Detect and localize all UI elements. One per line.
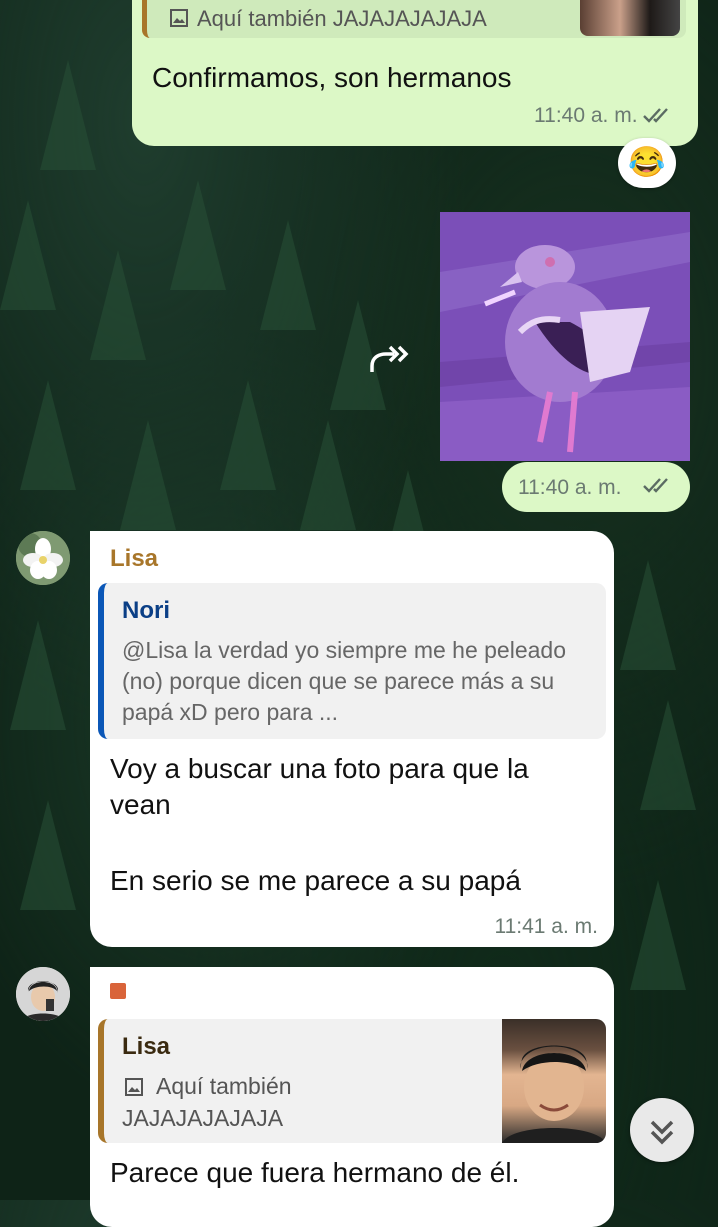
- message-time: 11:41 a. m.: [494, 915, 598, 938]
- person-photo: [502, 1045, 606, 1143]
- quote-text: Aquí también: [156, 1073, 292, 1099]
- quoted-reply[interactable]: Lisa Aquí también JAJAJAJAJAJA: [98, 1019, 606, 1143]
- message-time: 11:40 a. m.: [518, 476, 622, 499]
- forward-arrow-icon: [370, 345, 409, 372]
- sender-name: Lisa: [110, 545, 159, 572]
- flower-avatar-image: [16, 531, 70, 585]
- message-text: Parece que fuera hermano de él.: [110, 1157, 520, 1188]
- message-meta: 11:40 a. m.: [534, 104, 676, 129]
- avatar-sender[interactable]: [16, 967, 70, 1021]
- reaction-badge[interactable]: 😂: [618, 138, 676, 188]
- message-text: Confirmamos, son hermanos: [152, 62, 512, 93]
- quote-text: Aquí también JAJAJAJAJAJA: [197, 6, 487, 31]
- quoted-reply[interactable]: Aquí también JAJAJAJAJAJA: [142, 0, 686, 38]
- image-icon: [169, 8, 189, 33]
- outgoing-message-bubble[interactable]: Aquí también JAJAJAJAJAJA Confirmamos, s…: [132, 0, 698, 146]
- incoming-message-bubble[interactable]: Lisa Nori @Lisa la verdad yo siempre me …: [90, 531, 614, 947]
- quote-thumbnail: [580, 0, 680, 36]
- quote-author: Nori: [122, 597, 170, 624]
- avatar-lisa[interactable]: [16, 531, 70, 585]
- read-ticks-icon: [642, 106, 676, 129]
- pigeon-image: [440, 212, 690, 461]
- quote-author: Lisa: [122, 1033, 171, 1060]
- quoted-reply[interactable]: Nori @Lisa la verdad yo siempre me he pe…: [98, 583, 606, 739]
- message-time: 11:40 a. m.: [534, 104, 638, 127]
- image-message[interactable]: [440, 212, 690, 461]
- incoming-message-bubble[interactable]: Lisa Aquí también JAJAJAJAJAJA Parece qu…: [90, 967, 614, 1227]
- quote-thumbnail: [502, 1019, 606, 1143]
- quote-text: JAJAJAJAJAJA: [122, 1105, 284, 1131]
- sender-name-redacted: [110, 983, 126, 999]
- double-chevron-down-icon: [650, 1120, 674, 1145]
- person-avatar-image: [16, 967, 70, 1021]
- laughing-emoji: 😂: [628, 146, 666, 179]
- image-icon: [124, 1077, 144, 1102]
- forward-button[interactable]: [366, 340, 412, 380]
- message-text-line: Voy a buscar una foto para que la: [110, 753, 529, 784]
- image-time-bubble: 11:40 a. m.: [502, 462, 690, 512]
- message-text-line: vean: [110, 789, 171, 820]
- message-text-line: En serio se me parece a su papá: [110, 865, 521, 896]
- quote-text: @Lisa la verdad yo siempre me he peleado…: [122, 637, 566, 725]
- read-ticks-icon: [642, 476, 676, 499]
- scroll-to-bottom-button[interactable]: [630, 1098, 694, 1162]
